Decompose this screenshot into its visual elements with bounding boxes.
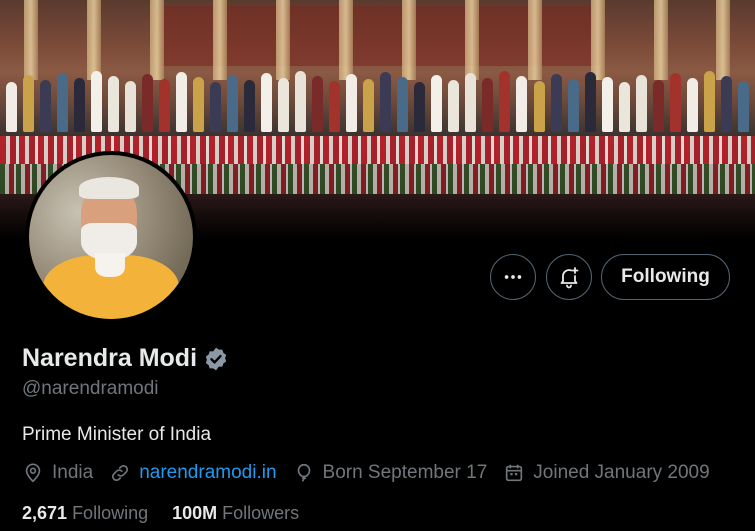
more-button[interactable] (490, 254, 536, 300)
profile-name: Narendra Modi (22, 344, 198, 372)
banner-person (142, 74, 154, 132)
website-link[interactable]: narendramodi.in (139, 462, 276, 484)
banner-person (176, 72, 188, 132)
following-button[interactable]: Following (601, 254, 730, 300)
joined-item: Joined January 2009 (503, 462, 710, 484)
balloon-icon (297, 463, 310, 482)
followers-stat[interactable]: 100M Followers (172, 503, 299, 524)
banner-person (397, 77, 409, 132)
banner-person (465, 73, 477, 132)
banner-person (125, 81, 137, 132)
banner-person (346, 74, 358, 132)
banner-person (669, 73, 681, 132)
profile-meta: India narendramodi.in Born September 17 … (22, 462, 726, 484)
avatar-photo (29, 155, 193, 319)
joined-text: Joined January 2009 (533, 462, 710, 483)
banner-person (499, 71, 511, 132)
location-text: India (52, 462, 94, 483)
banner-person (312, 76, 324, 132)
banner-person (91, 71, 103, 132)
banner-person (40, 80, 52, 132)
banner-person (533, 81, 545, 132)
banner-person (737, 81, 749, 132)
banner-person (584, 72, 596, 132)
banner-person (278, 78, 290, 132)
banner-person (720, 76, 732, 132)
birthday-item: Born September 17 (293, 462, 488, 484)
profile-avatar[interactable] (25, 151, 197, 323)
banner-person (414, 82, 426, 132)
banner-person (686, 78, 698, 132)
banner-person (108, 76, 120, 132)
banner-person (227, 75, 239, 132)
profile-handle: @narendramodi (22, 378, 159, 399)
followers-count: 100M (172, 503, 218, 523)
banner-person (23, 75, 35, 132)
banner-person (703, 71, 715, 132)
banner-person (6, 82, 18, 132)
banner-person (363, 79, 375, 132)
notify-button[interactable] (546, 254, 592, 300)
banner-person (159, 79, 171, 132)
banner-person (210, 82, 222, 132)
link-icon (112, 464, 129, 482)
profile-stats: 2,671 Following 100M Followers (22, 503, 323, 524)
profile-name-row: Narendra Modi (22, 344, 229, 373)
banner-person (431, 75, 443, 132)
bell-plus-icon (560, 267, 579, 289)
following-label: Following (72, 503, 149, 523)
verified-badge-icon[interactable] (203, 346, 229, 372)
calendar-icon (506, 464, 523, 482)
banner-person (482, 78, 494, 132)
profile-bio: Prime Minister of India (22, 424, 212, 445)
banner-person (567, 79, 579, 132)
banner-person (601, 77, 613, 132)
ellipsis-icon (504, 275, 522, 279)
banner-person (380, 72, 392, 132)
banner-person (329, 81, 341, 132)
banner-person (261, 73, 273, 132)
banner-person (57, 73, 69, 132)
birthday-text: Born September 17 (322, 462, 488, 483)
location-item: India (22, 462, 93, 484)
banner-person (516, 76, 528, 132)
banner-person (550, 74, 562, 132)
banner-person (193, 77, 205, 132)
location-pin-icon (25, 463, 41, 483)
banner-person (618, 82, 630, 132)
banner-people (0, 68, 755, 132)
banner-person (635, 75, 647, 132)
website-item: narendramodi.in (109, 462, 277, 484)
banner-person (244, 80, 256, 132)
banner-person (295, 71, 307, 132)
banner-person (74, 78, 86, 132)
banner-person (652, 80, 664, 132)
following-count: 2,671 (22, 503, 68, 523)
banner-person (448, 80, 460, 132)
following-stat[interactable]: 2,671 Following (22, 503, 148, 524)
followers-label: Followers (222, 503, 300, 523)
